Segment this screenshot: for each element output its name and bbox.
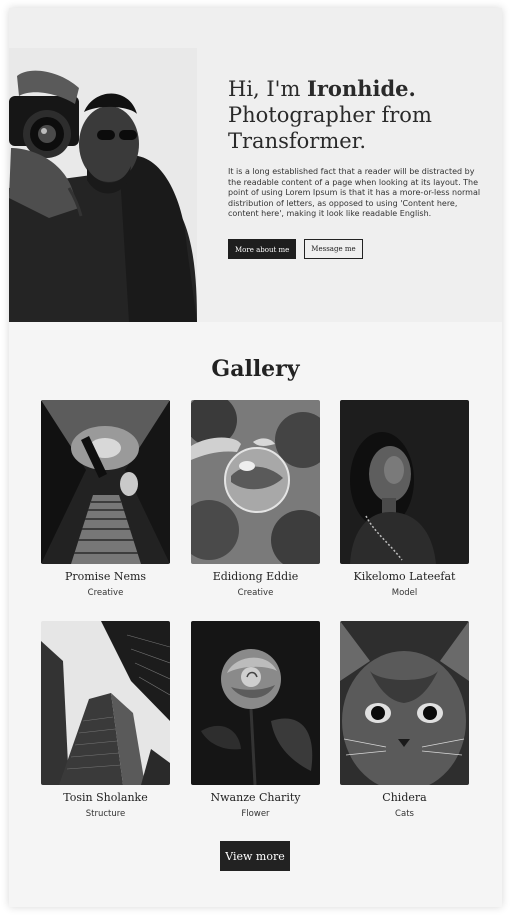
gallery-item[interactable]: Nwanze Charity Flower bbox=[191, 621, 320, 819]
gallery-item-role: Creative bbox=[87, 588, 124, 598]
gallery-item-name: Tosin Sholanke bbox=[63, 791, 148, 804]
more-about-me-button[interactable]: More about me bbox=[228, 238, 297, 259]
gallery-item-name: Promise Nems bbox=[64, 570, 147, 583]
gallery-item[interactable]: Promise Nems Creative bbox=[41, 400, 170, 598]
message-me-button[interactable]: Message me bbox=[304, 238, 363, 259]
hero-photographer-image bbox=[9, 48, 197, 322]
gallery-photo-glass-globe[interactable] bbox=[191, 400, 320, 564]
gallery-photo-skyscrapers[interactable] bbox=[41, 621, 170, 785]
gallery-item[interactable]: Edidiong Eddie Creative bbox=[191, 400, 320, 598]
headline-name: Ironhide. bbox=[307, 76, 416, 101]
gallery-item[interactable]: Tosin Sholanke Structure bbox=[41, 621, 170, 819]
portfolio-card: Hi, I'm Ironhide. Photographer from Tran… bbox=[9, 8, 502, 907]
gallery-title: Gallery bbox=[211, 356, 300, 382]
hero-headline: Hi, I'm Ironhide. Photographer from Tran… bbox=[228, 76, 490, 154]
headline-line-3: Transformer. bbox=[228, 129, 367, 153]
gallery-item-role: Creative bbox=[237, 588, 274, 598]
gallery-photo-rose[interactable] bbox=[191, 621, 320, 785]
gallery-item-name: Edidiong Eddie bbox=[212, 570, 299, 583]
gallery-photo-staircase[interactable] bbox=[41, 400, 170, 564]
gallery-item-role: Cats bbox=[395, 809, 414, 819]
gallery-photo-portrait-woman[interactable] bbox=[340, 400, 469, 564]
gallery-item[interactable]: Kikelomo Lateefat Model bbox=[340, 400, 469, 598]
gallery-item-name: Nwanze Charity bbox=[210, 791, 301, 804]
hero-description: It is a long established fact that a rea… bbox=[228, 167, 481, 219]
gallery-item-name: Kikelomo Lateefat bbox=[353, 570, 456, 583]
gallery-item-name: Chidera bbox=[382, 791, 427, 804]
gallery-item-role: Model bbox=[391, 588, 418, 598]
hero-section: Hi, I'm Ironhide. Photographer from Tran… bbox=[9, 8, 502, 322]
headline-greeting: Hi, I'm bbox=[228, 77, 308, 101]
gallery-item[interactable]: Chidera Cats bbox=[340, 621, 469, 819]
hero-text-block: Hi, I'm Ironhide. Photographer from Tran… bbox=[228, 76, 490, 259]
headline-line-2: Photographer from bbox=[228, 103, 432, 127]
gallery-item-role: Structure bbox=[85, 809, 126, 819]
gallery-photo-cat[interactable] bbox=[340, 621, 469, 785]
hero-buttons: More about me Message me bbox=[228, 238, 490, 259]
view-more-button[interactable]: View more bbox=[220, 841, 290, 871]
gallery-item-role: Flower bbox=[241, 809, 270, 819]
